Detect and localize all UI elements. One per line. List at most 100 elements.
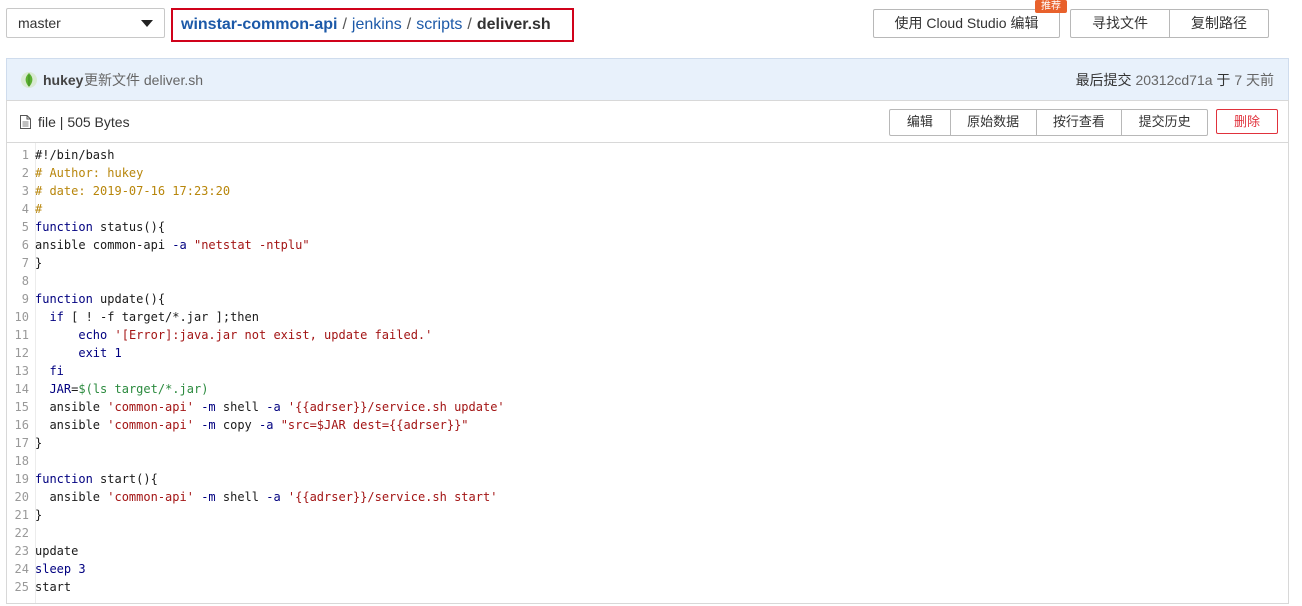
- edit-button[interactable]: 编辑: [890, 110, 950, 135]
- branch-label: master: [18, 15, 61, 31]
- code-text: sleep 3: [35, 560, 86, 578]
- code-line: 20 ansible 'common-api' -m shell -a '{{a…: [7, 488, 1288, 506]
- line-number[interactable]: 12: [7, 344, 35, 362]
- code-token: ansible: [35, 490, 108, 504]
- line-number[interactable]: 19: [7, 470, 35, 488]
- line-number[interactable]: 24: [7, 560, 35, 578]
- code-token: shell: [215, 490, 267, 504]
- delete-button[interactable]: 删除: [1216, 109, 1278, 134]
- line-number[interactable]: 6: [7, 236, 35, 254]
- code-token: echo: [78, 328, 108, 342]
- code-line: 16 ansible 'common-api' -m copy -a "src=…: [7, 416, 1288, 434]
- breadcrumb-repo[interactable]: winstar-common-api: [181, 16, 337, 33]
- code-token: shell: [215, 400, 267, 414]
- code-text: start: [35, 578, 71, 596]
- line-number[interactable]: 2: [7, 164, 35, 182]
- code-text: echo '[Error]:java.jar not exist, update…: [35, 326, 432, 344]
- line-number[interactable]: 23: [7, 542, 35, 560]
- code-token: # Author: hukey: [35, 166, 144, 180]
- line-number[interactable]: 1: [7, 146, 35, 164]
- branch-selector[interactable]: master: [6, 8, 165, 38]
- raw-button[interactable]: 原始数据: [949, 110, 1036, 135]
- line-number[interactable]: 15: [7, 398, 35, 416]
- line-number[interactable]: 13: [7, 362, 35, 380]
- code-text: ansible 'common-api' -m shell -a '{{adrs…: [35, 488, 497, 506]
- code-token: function: [35, 472, 93, 486]
- line-number[interactable]: 5: [7, 218, 35, 236]
- line-number[interactable]: 18: [7, 452, 35, 470]
- line-number[interactable]: 4: [7, 200, 35, 218]
- code-token: ansible: [35, 418, 108, 432]
- code-token: -a: [172, 238, 187, 252]
- line-number[interactable]: 17: [7, 434, 35, 452]
- line-number[interactable]: 21: [7, 506, 35, 524]
- code-text: #!/bin/bash: [35, 146, 114, 164]
- line-number[interactable]: 14: [7, 380, 35, 398]
- commit-hash[interactable]: 20312cd71a: [1135, 72, 1212, 88]
- commit-message[interactable]: 更新文件 deliver.sh: [84, 59, 203, 101]
- find-file-button[interactable]: 寻找文件: [1071, 10, 1169, 37]
- code-token: #: [35, 202, 43, 216]
- code-line: 5 function status(){: [7, 218, 1288, 236]
- code-line: 13 fi: [7, 362, 1288, 380]
- code-token: # date: 2019-07-16 17:23:20: [35, 184, 231, 198]
- line-number[interactable]: 3: [7, 182, 35, 200]
- code-text: ansible 'common-api' -m copy -a "src=$JA…: [35, 416, 468, 434]
- code-line: 9 function update(){: [7, 290, 1288, 308]
- code-token: -a: [266, 400, 281, 414]
- line-number[interactable]: 8: [7, 272, 35, 290]
- code-token: -m: [201, 418, 216, 432]
- code-token: 'common-api': [107, 490, 194, 504]
- code-token: ansible common-api: [35, 238, 173, 252]
- breadcrumb-jenkins[interactable]: jenkins: [352, 16, 402, 33]
- file-header: file | 505 Bytes 编辑 原始数据 按行查看 提交历史 删除: [6, 100, 1289, 143]
- code-text: function status(){: [35, 218, 165, 236]
- last-commit-label: 最后提交: [1075, 72, 1132, 88]
- line-number[interactable]: 20: [7, 488, 35, 506]
- code-text: }: [35, 434, 42, 452]
- code-token: -a: [266, 490, 281, 504]
- code-line: 24 sleep 3: [7, 560, 1288, 578]
- commit-author[interactable]: hukey: [43, 59, 83, 101]
- code-token: -a: [259, 418, 274, 432]
- commit-time: 7 天前: [1234, 72, 1274, 88]
- code-text: ansible 'common-api' -m shell -a '{{adrs…: [35, 398, 504, 416]
- file-actions: 编辑 原始数据 按行查看 提交历史: [889, 109, 1208, 136]
- code-line: 17}: [7, 434, 1288, 452]
- last-commit-info: 最后提交 20312cd71a 于 7 天前: [1076, 59, 1274, 101]
- code-line: 25 start: [7, 578, 1288, 596]
- recommend-badge: 推荐: [1035, 0, 1067, 13]
- line-number[interactable]: 9: [7, 290, 35, 308]
- line-number[interactable]: 16: [7, 416, 35, 434]
- code-token: }: [35, 256, 43, 270]
- code-token: JAR: [49, 382, 72, 396]
- history-button[interactable]: 提交历史: [1121, 110, 1207, 135]
- copy-path-button[interactable]: 复制路径: [1169, 10, 1268, 37]
- line-number[interactable]: 22: [7, 524, 35, 542]
- code-line: 8: [7, 272, 1288, 290]
- code-line: 23 update: [7, 542, 1288, 560]
- code-token: exit: [78, 346, 108, 360]
- code-token: update(){: [92, 292, 166, 306]
- code-text: exit 1: [35, 344, 121, 362]
- breadcrumb-scripts[interactable]: scripts: [416, 16, 462, 33]
- code-line: 1 #!/bin/bash: [7, 146, 1288, 164]
- blame-button[interactable]: 按行查看: [1035, 110, 1122, 135]
- code-token: '{{adrser}}/service.sh start': [287, 490, 498, 504]
- commit-at-label: 于: [1216, 72, 1231, 88]
- line-number[interactable]: 11: [7, 326, 35, 344]
- line-number[interactable]: 7: [7, 254, 35, 272]
- code-token: [ ! -f target/*.jar ];then: [63, 310, 259, 324]
- line-number[interactable]: 25: [7, 578, 35, 596]
- code-line: 14 JAR=$(ls target/*.jar): [7, 380, 1288, 398]
- line-number[interactable]: 10: [7, 308, 35, 326]
- cloud-studio-edit-button[interactable]: 使用 Cloud Studio 编辑: [873, 9, 1060, 38]
- code-text: function start(){: [35, 470, 158, 488]
- code-viewer: 1 #!/bin/bash 2 # Author: hukey 3 # date: 201…: [6, 143, 1289, 604]
- code-line: 2 # Author: hukey: [7, 164, 1288, 182]
